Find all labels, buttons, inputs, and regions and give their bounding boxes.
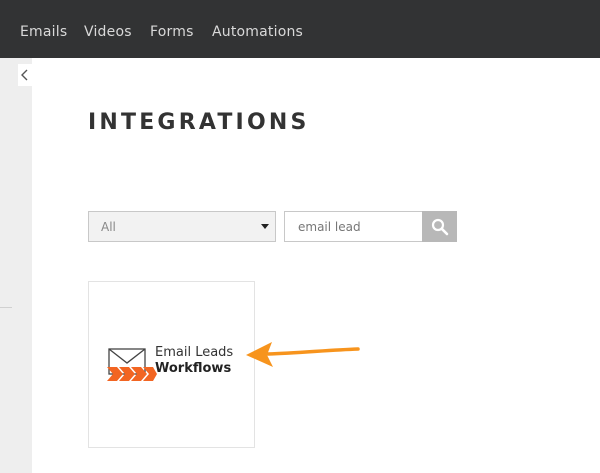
sidebar-divider [0,307,12,308]
nav-item-forms[interactable]: Forms [150,24,194,40]
orange-annotation-arrow-icon [246,342,360,367]
search-icon [431,218,449,236]
sidebar [0,58,32,473]
category-filter-value: All [101,220,116,234]
category-filter-select[interactable]: All [88,211,276,242]
logo-text-line-2: Workflows [155,361,232,376]
search-button[interactable] [422,211,457,242]
nav-item-videos[interactable]: Videos [84,24,132,40]
nav-item-emails[interactable]: Emails [20,24,67,40]
logo-text-line-1: Email Leads [155,345,234,360]
search-input[interactable] [284,211,424,242]
envelope-arrows-logo-icon [107,348,157,381]
top-nav-bar: Emails Videos Forms Automations [0,0,600,58]
collapse-sidebar-button[interactable] [18,64,32,86]
integration-card-email-leads-workflows[interactable]: Email Leads Workflows [88,281,255,448]
nav-item-automations[interactable]: Automations [212,24,303,40]
chevron-left-icon [21,69,28,81]
page-title: INTEGRATIONS [88,110,310,135]
caret-down-icon [261,224,269,229]
